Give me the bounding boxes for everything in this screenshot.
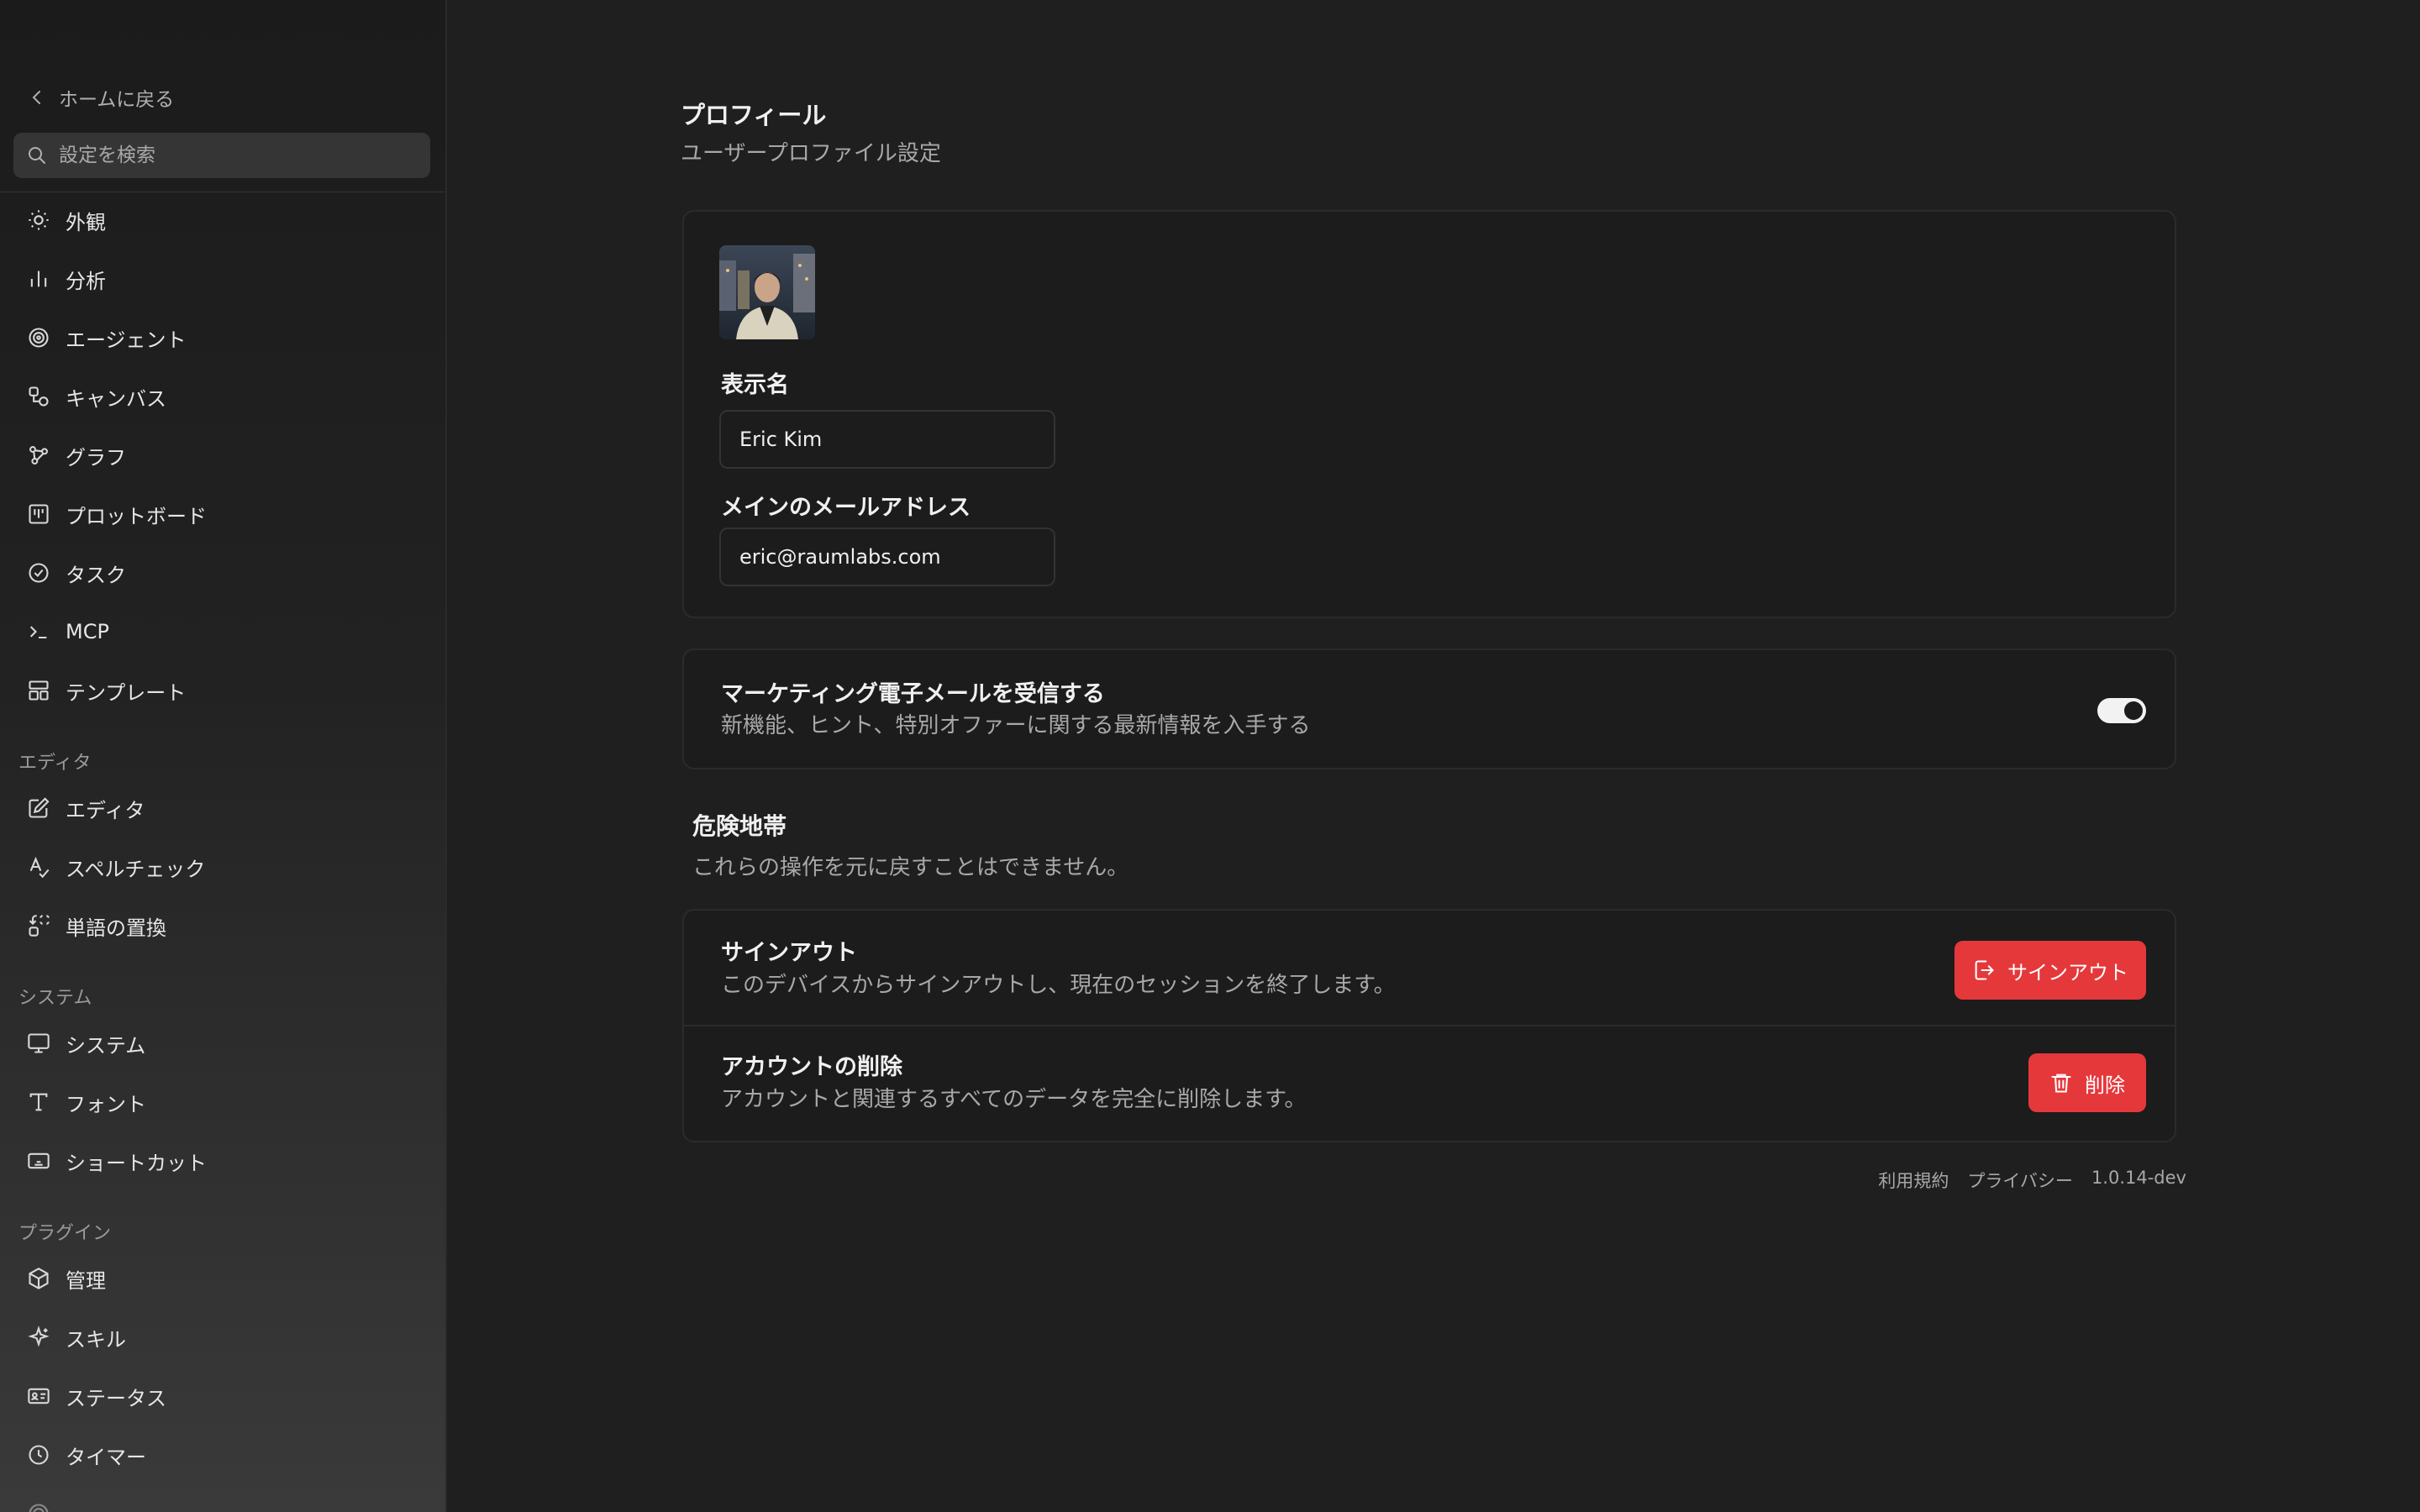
sidebar: ホームに戻る 外観 分析 エージェント キャンバス グラフ プロットボード タス… <box>0 0 445 1512</box>
sun-icon <box>29 210 49 230</box>
spell-check-icon <box>29 856 50 879</box>
sidebar-item-plotboard[interactable]: プロットボード <box>17 491 429 538</box>
delete-account-title: アカウントの削除 <box>721 1054 902 1080</box>
monitor-icon <box>28 1033 50 1053</box>
danger-zone-description: これらの操作を元に戻すことはできません。 <box>692 855 1129 880</box>
search-icon <box>29 147 45 164</box>
sidebar-item-label: スペルチェック <box>66 857 206 881</box>
check-circle-icon <box>29 563 49 583</box>
sidebar-border <box>445 0 447 1512</box>
replace-icon <box>29 915 50 937</box>
sidebar-item-analytics[interactable]: 分析 <box>17 255 429 302</box>
settings-search[interactable] <box>13 133 430 178</box>
version-label: 1.0.14-dev <box>2091 1168 2186 1188</box>
toggle-knob <box>2124 701 2143 720</box>
display-name-field[interactable] <box>719 410 1055 469</box>
package-icon <box>29 1268 49 1289</box>
sidebar-item-label: プロットボード <box>66 504 207 528</box>
sidebar-item-graph[interactable]: グラフ <box>17 432 429 479</box>
sidebar-item-editor[interactable]: エディタ <box>17 785 429 832</box>
sidebar-item-system[interactable]: システム <box>17 1020 429 1067</box>
email-label: メインのメールアドレス <box>721 495 971 521</box>
sidebar-item-label: 分析 <box>66 269 106 293</box>
delete-account-button[interactable]: 削除 <box>2028 1053 2146 1112</box>
delete-account-description: アカウントと関連するすべてのデータを完全に削除します。 <box>721 1087 1307 1112</box>
sidebar-item-label: MCP <box>66 620 109 643</box>
email-field[interactable] <box>719 528 1055 586</box>
sidebar-item-label: 単語の置換 <box>66 916 166 940</box>
terminal-icon <box>29 626 47 639</box>
avatar[interactable] <box>719 245 815 339</box>
chevron-left-icon <box>32 91 40 104</box>
terms-link[interactable]: 利用規約 <box>1878 1168 1949 1193</box>
marketing-toggle[interactable] <box>2097 698 2146 723</box>
sidebar-item-label: ステータス <box>66 1386 166 1410</box>
signout-button[interactable]: サインアウト <box>1954 941 2146 1000</box>
sidebar-item-agent[interactable]: エージェント <box>17 314 429 361</box>
sidebar-item-shortcuts[interactable]: ショートカット <box>17 1137 429 1184</box>
signout-button-label: サインアウト <box>2007 960 2128 984</box>
back-home-label: ホームに戻る <box>59 89 175 111</box>
signout-description: このデバイスからサインアウトし、現在のセッションを終了します。 <box>721 973 1396 998</box>
display-name-label: 表示名 <box>721 372 789 398</box>
spiral-icon <box>29 328 49 348</box>
sidebar-item-label: システム <box>66 1033 146 1058</box>
sparkles-icon <box>28 1326 50 1347</box>
footer: 利用規約 プライバシー 1.0.14-dev <box>1878 1168 2186 1193</box>
keyboard-icon <box>28 1152 50 1169</box>
sidebar-item-timer[interactable]: タイマー <box>17 1431 429 1478</box>
template-icon <box>29 680 49 701</box>
page-subtitle: ユーザープロファイル設定 <box>681 141 941 166</box>
trash-icon <box>2051 1074 2071 1093</box>
logout-icon <box>1975 960 1994 980</box>
sidebar-item-label: グラフ <box>66 445 126 470</box>
clock-icon <box>29 1445 49 1465</box>
sidebar-item-label: エディタ <box>66 798 145 822</box>
sidebar-item-canvas[interactable]: キャンバス <box>17 373 429 420</box>
sidebar-item-mcp[interactable]: MCP <box>17 608 429 655</box>
sidebar-item-label: キャンバス <box>66 386 166 411</box>
sidebar-item-manage[interactable]: 管理 <box>17 1255 429 1302</box>
sidebar-item-label: タスク <box>66 563 126 587</box>
section-label-editor: エディタ <box>18 753 92 774</box>
sidebar-item-word-replace[interactable]: 単語の置換 <box>17 902 429 949</box>
delete-button-label: 削除 <box>2085 1073 2125 1097</box>
bar-chart-icon <box>30 270 47 287</box>
sidebar-item-skills[interactable]: スキル <box>17 1314 429 1361</box>
shapes-icon <box>29 386 49 407</box>
sidebar-item-fonts[interactable]: フォント <box>17 1079 429 1126</box>
back-home-link[interactable]: ホームに戻る <box>29 82 174 113</box>
id-card-icon <box>28 1388 50 1404</box>
sidebar-item-spellcheck[interactable]: スペルチェック <box>17 843 429 890</box>
danger-card-divider <box>682 1025 2176 1026</box>
sidebar-item-label: 外観 <box>66 210 106 234</box>
sidebar-item-label: フォント <box>66 1092 146 1116</box>
avatar-photo <box>719 245 815 339</box>
marketing-title: マーケティング電子メールを受信する <box>721 681 1105 707</box>
sidebar-item-tasks[interactable]: タスク <box>17 549 429 596</box>
section-label-plugins: プラグイン <box>18 1223 112 1244</box>
page-title: プロフィール <box>681 101 827 129</box>
sidebar-item-label: エージェント <box>66 328 187 352</box>
sidebar-item-partial[interactable] <box>17 1490 429 1512</box>
sidebar-item-templates[interactable]: テンプレート <box>17 667 429 714</box>
marketing-description: 新機能、ヒント、特別オファーに関する最新情報を入手する <box>721 713 1311 738</box>
sidebar-item-label: 管理 <box>66 1268 106 1293</box>
privacy-link[interactable]: プライバシー <box>1967 1168 2073 1193</box>
target-icon <box>29 1504 49 1512</box>
edit-icon <box>29 797 50 818</box>
type-icon <box>29 1093 48 1111</box>
sidebar-item-label: ショートカット <box>66 1151 207 1175</box>
danger-zone-title: 危険地帯 <box>692 812 787 840</box>
sidebar-item-appearance[interactable]: 外観 <box>17 197 429 244</box>
kanban-icon <box>29 504 49 524</box>
signout-title: サインアウト <box>721 940 857 966</box>
section-label-system: システム <box>18 988 92 1009</box>
sidebar-item-label: スキル <box>66 1327 126 1352</box>
sidebar-item-status[interactable]: ステータス <box>17 1373 429 1420</box>
search-input[interactable] <box>57 144 422 167</box>
sidebar-item-label: タイマー <box>66 1445 146 1469</box>
sidebar-item-label: テンプレート <box>66 680 187 705</box>
graph-nodes-icon <box>29 446 48 465</box>
